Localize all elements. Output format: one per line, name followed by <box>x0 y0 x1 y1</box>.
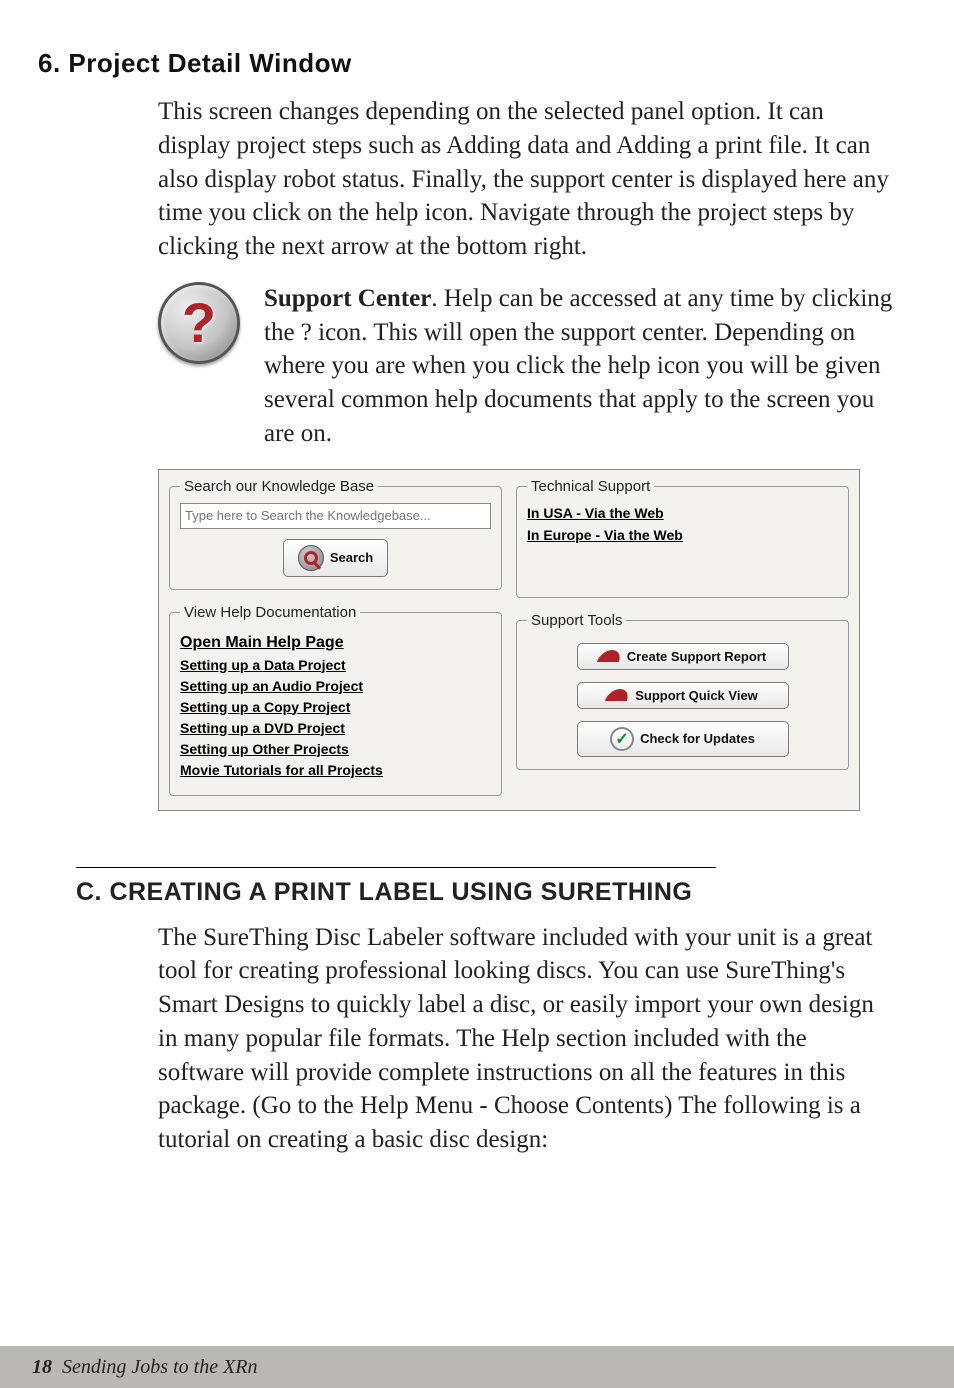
tech-link-europe[interactable]: In Europe - Via the Web <box>527 527 838 543</box>
tech-link-usa[interactable]: In USA - Via the Web <box>527 505 838 521</box>
doc-link-copy-project[interactable]: Setting up a Copy Project <box>180 699 491 715</box>
kb-search-label: Search <box>330 550 373 565</box>
kb-search-input[interactable] <box>180 503 491 529</box>
tech-fieldset: Technical Support In USA - Via the Web I… <box>516 478 849 598</box>
panel-left-col: Search our Knowledge Base Search View He… <box>169 478 502 796</box>
doc-link-data-project[interactable]: Setting up a Data Project <box>180 657 491 673</box>
search-icon <box>298 545 324 571</box>
question-mark-icon: ? <box>182 290 216 355</box>
section-6-para: This screen changes depending on the sel… <box>158 95 898 264</box>
section-c-heading: C. CREATING A PRINT LABEL USING SURETHIN… <box>76 878 898 907</box>
tools-fieldset: Support Tools Create Support Report Supp… <box>516 612 849 770</box>
create-support-report-button[interactable]: Create Support Report <box>577 643 789 670</box>
support-center-row: ? Support Center. Help can be accessed a… <box>158 282 898 451</box>
support-center-bold: Support Center <box>264 285 431 312</box>
doc-link-movie-tutorials[interactable]: Movie Tutorials for all Projects <box>180 762 491 778</box>
report-icon <box>597 650 623 662</box>
support-center-panel: Search our Knowledge Base Search View He… <box>158 469 860 811</box>
tech-legend: Technical Support <box>527 478 654 495</box>
doc-link-audio-project[interactable]: Setting up an Audio Project <box>180 678 491 694</box>
quickview-icon <box>605 689 631 701</box>
check-updates-label: Check for Updates <box>640 731 755 746</box>
doc-link-main-help[interactable]: Open Main Help Page <box>180 634 491 652</box>
help-icon: ? <box>158 282 248 451</box>
section-divider <box>76 867 716 868</box>
check-icon <box>610 727 634 751</box>
kb-search-button[interactable]: Search <box>283 539 388 577</box>
doc-link-other-projects[interactable]: Setting up Other Projects <box>180 741 491 757</box>
support-quick-view-label: Support Quick View <box>635 688 758 703</box>
support-center-text: Support Center. Help can be accessed at … <box>264 282 898 451</box>
footer-title: Sending Jobs to the XRn <box>62 1356 258 1379</box>
docs-legend: View Help Documentation <box>180 604 360 621</box>
kb-fieldset: Search our Knowledge Base Search <box>169 478 502 590</box>
doc-link-dvd-project[interactable]: Setting up a DVD Project <box>180 720 491 736</box>
panel-right-col: Technical Support In USA - Via the Web I… <box>516 478 849 796</box>
create-support-report-label: Create Support Report <box>627 649 766 664</box>
page-footer: 18 Sending Jobs to the XRn <box>0 1346 954 1388</box>
page-number: 18 <box>32 1356 52 1379</box>
support-quick-view-button[interactable]: Support Quick View <box>577 682 789 709</box>
section-6-heading: 6. Project Detail Window <box>38 48 898 79</box>
section-c-para: The SureThing Disc Labeler software incl… <box>158 921 898 1157</box>
check-updates-button[interactable]: Check for Updates <box>577 721 789 757</box>
tools-legend: Support Tools <box>527 612 626 629</box>
kb-legend: Search our Knowledge Base <box>180 478 378 495</box>
docs-fieldset: View Help Documentation Open Main Help P… <box>169 604 502 796</box>
